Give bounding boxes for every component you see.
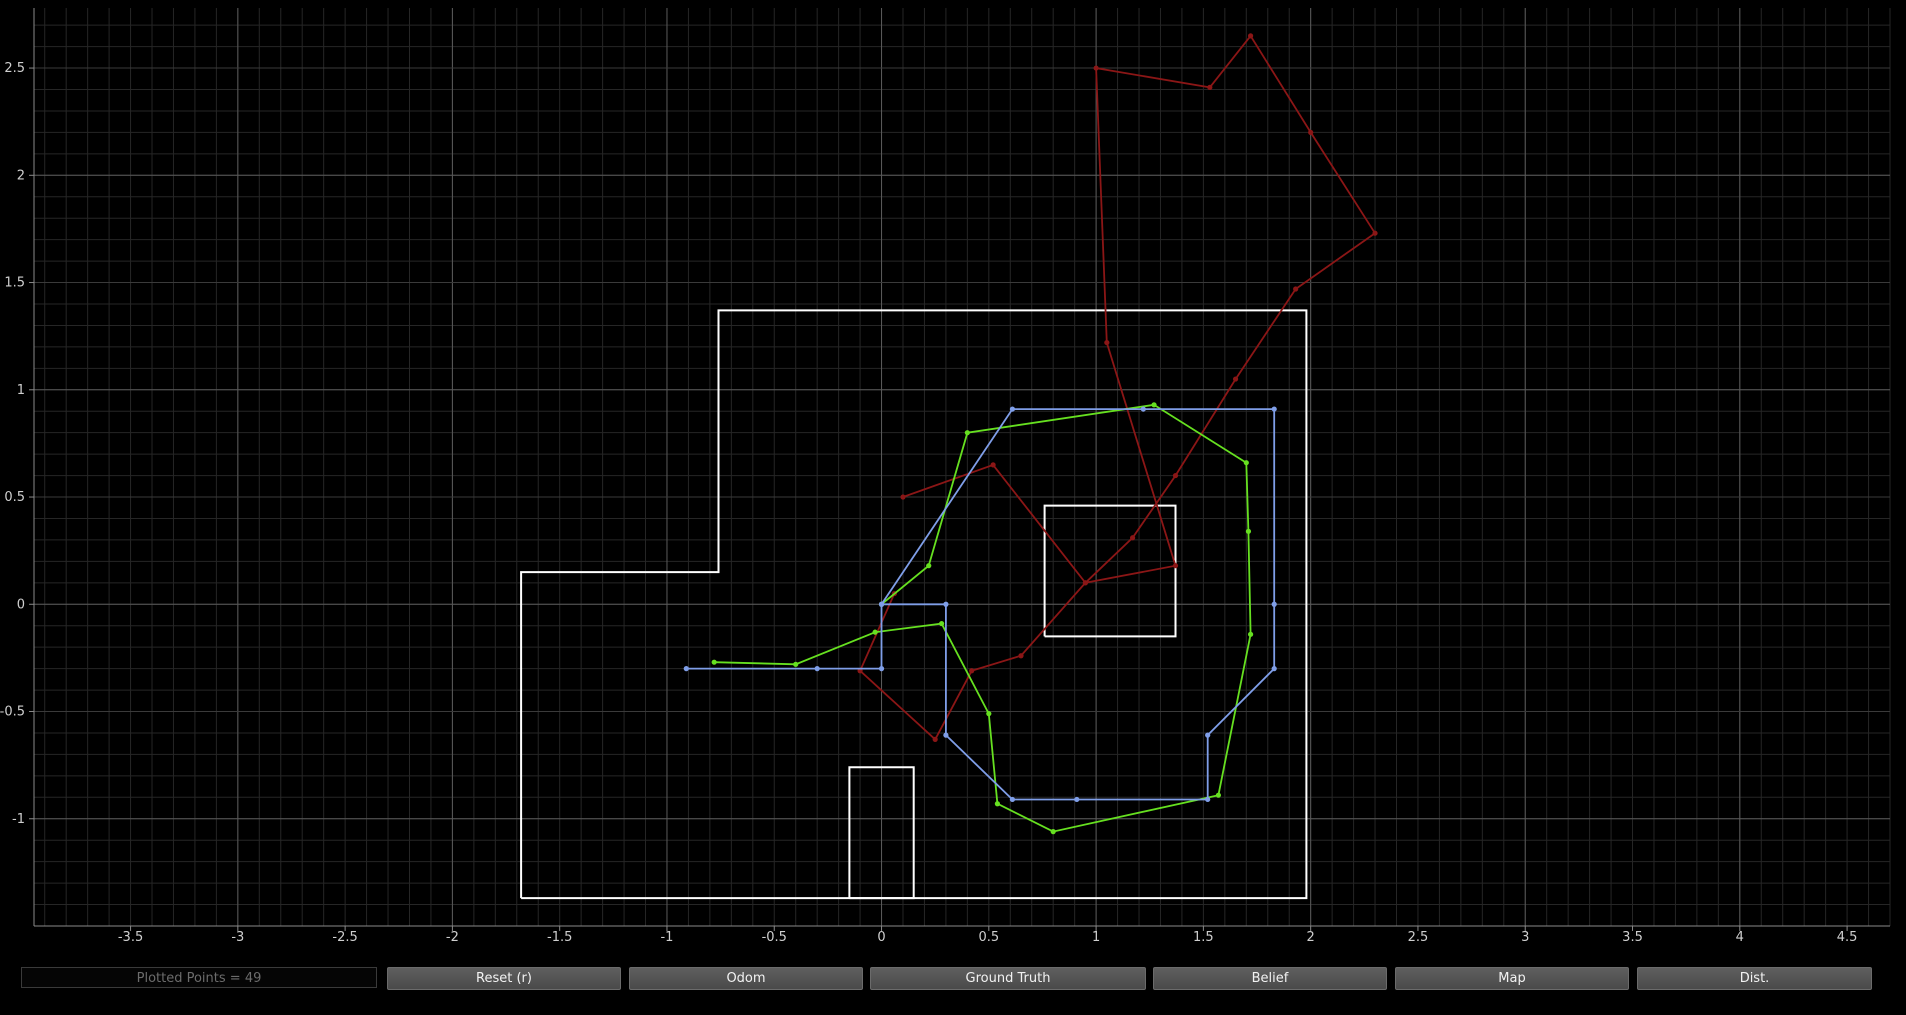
major-grid	[34, 8, 1890, 927]
x-axis-tick-labels: -3.5 -3 -2.5 -2 -1.5 -1 -0.5 0 0.5 1 1.5 2 2.5 3 3.5 4 4…	[118, 926, 1858, 945]
belief-point	[1140, 406, 1146, 412]
y-axis-tick-labels: 2.5 2 1.5 1 0.5 0 -0.5 -1	[0, 61, 34, 827]
odom-point	[900, 494, 906, 500]
odom-point	[990, 462, 996, 468]
toolbar: Plotted Points = 49 Reset (r) Odom Groun…	[0, 967, 1906, 999]
odom-point	[1018, 653, 1024, 659]
belief-button[interactable]: Belief	[1153, 967, 1387, 990]
x-tick-label: -1	[660, 930, 673, 945]
x-tick-label: 0	[877, 930, 885, 945]
odom-point	[1207, 84, 1213, 90]
y-tick-label: 2	[17, 168, 25, 183]
x-tick-label: 3	[1521, 930, 1529, 945]
y-tick-label: 0.5	[4, 490, 25, 505]
belief-point	[1009, 796, 1016, 803]
odom-point	[1172, 563, 1179, 569]
ground-truth-point	[1050, 829, 1056, 835]
x-tick-label: 1.5	[1193, 930, 1214, 945]
belief-point	[683, 666, 689, 672]
y-tick-label: -0.5	[0, 705, 25, 720]
reset-button[interactable]: Reset (r)	[387, 967, 621, 990]
belief-point	[1074, 796, 1080, 803]
map-button[interactable]: Map	[1395, 967, 1629, 990]
odom-point	[1293, 286, 1299, 292]
ground-truth-button[interactable]: Ground Truth	[870, 967, 1146, 990]
y-tick-label: 0	[17, 597, 25, 612]
x-tick-label: 4.5	[1837, 930, 1858, 945]
x-tick-label: 1	[1092, 930, 1100, 945]
y-tick-label: 2.5	[4, 61, 25, 76]
x-tick-label: 2	[1307, 930, 1315, 945]
x-tick-label: 3.5	[1622, 930, 1643, 945]
plot-canvas[interactable]: -3.5 -3 -2.5 -2 -1.5 -1 -0.5 0 0.5 1 1.5 2 2.5 3 3.5 4 4…	[0, 0, 1906, 950]
ground-truth-point	[964, 430, 970, 436]
x-tick-label: 0.5	[978, 930, 999, 945]
belief-point	[814, 666, 820, 672]
x-tick-label: -0.5	[762, 930, 787, 945]
x-tick-label: 2.5	[1408, 930, 1429, 945]
odom-point	[1247, 33, 1254, 39]
belief-point	[1009, 406, 1016, 412]
ground-truth-point	[1245, 528, 1252, 534]
odom-point	[1082, 580, 1088, 586]
odom-point	[1104, 339, 1110, 346]
ground-truth-point	[939, 620, 945, 627]
x-tick-label: 4	[1736, 930, 1744, 945]
ground-truth-point	[1215, 792, 1222, 798]
belief-point	[1205, 732, 1211, 738]
odom-point	[1093, 65, 1099, 71]
belief-point	[878, 601, 885, 607]
ground-truth-point	[1247, 631, 1254, 637]
ground-truth-point	[1243, 460, 1249, 466]
ground-truth-point	[926, 563, 932, 569]
odom-point	[1129, 535, 1136, 541]
odom-button[interactable]: Odom	[629, 967, 863, 990]
odom-point	[1372, 230, 1378, 236]
y-tick-label: 1.5	[4, 276, 25, 291]
belief-point	[1205, 796, 1211, 803]
ground-truth-point	[872, 629, 878, 635]
belief-point	[943, 601, 949, 607]
dist-button[interactable]: Dist.	[1637, 967, 1872, 990]
belief-point	[1271, 406, 1277, 412]
belief-point	[1271, 666, 1277, 672]
x-tick-label: -1.5	[547, 930, 572, 945]
x-tick-label: -2	[446, 930, 459, 945]
y-tick-label: 1	[17, 383, 25, 398]
odom-point	[969, 668, 975, 674]
ground-truth-point	[986, 711, 992, 717]
ground-truth-point	[793, 661, 799, 667]
plotted-points-counter: Plotted Points = 49	[21, 967, 377, 988]
ground-truth-point	[1151, 402, 1157, 408]
odom-point	[1172, 472, 1179, 479]
plot-area[interactable]: -3.5 -3 -2.5 -2 -1.5 -1 -0.5 0 0.5 1 1.5 2 2.5 3 3.5 4 4…	[0, 0, 1906, 950]
ground-truth-point	[994, 801, 1001, 807]
x-tick-label: -2.5	[332, 930, 357, 945]
map-wall-1	[1043, 504, 1177, 638]
y-tick-label: -1	[12, 812, 25, 827]
x-tick-label: -3	[231, 930, 244, 945]
odom-point	[1232, 376, 1239, 382]
x-tick-label: -3.5	[118, 930, 143, 945]
belief-point	[1271, 601, 1277, 607]
belief-point	[878, 666, 885, 672]
axes	[33, 8, 1890, 927]
odom-point	[1308, 129, 1314, 136]
odom-point	[932, 736, 938, 742]
ground-truth-point	[711, 659, 717, 665]
minor-grid	[34, 8, 1891, 927]
belief-point	[943, 732, 949, 738]
